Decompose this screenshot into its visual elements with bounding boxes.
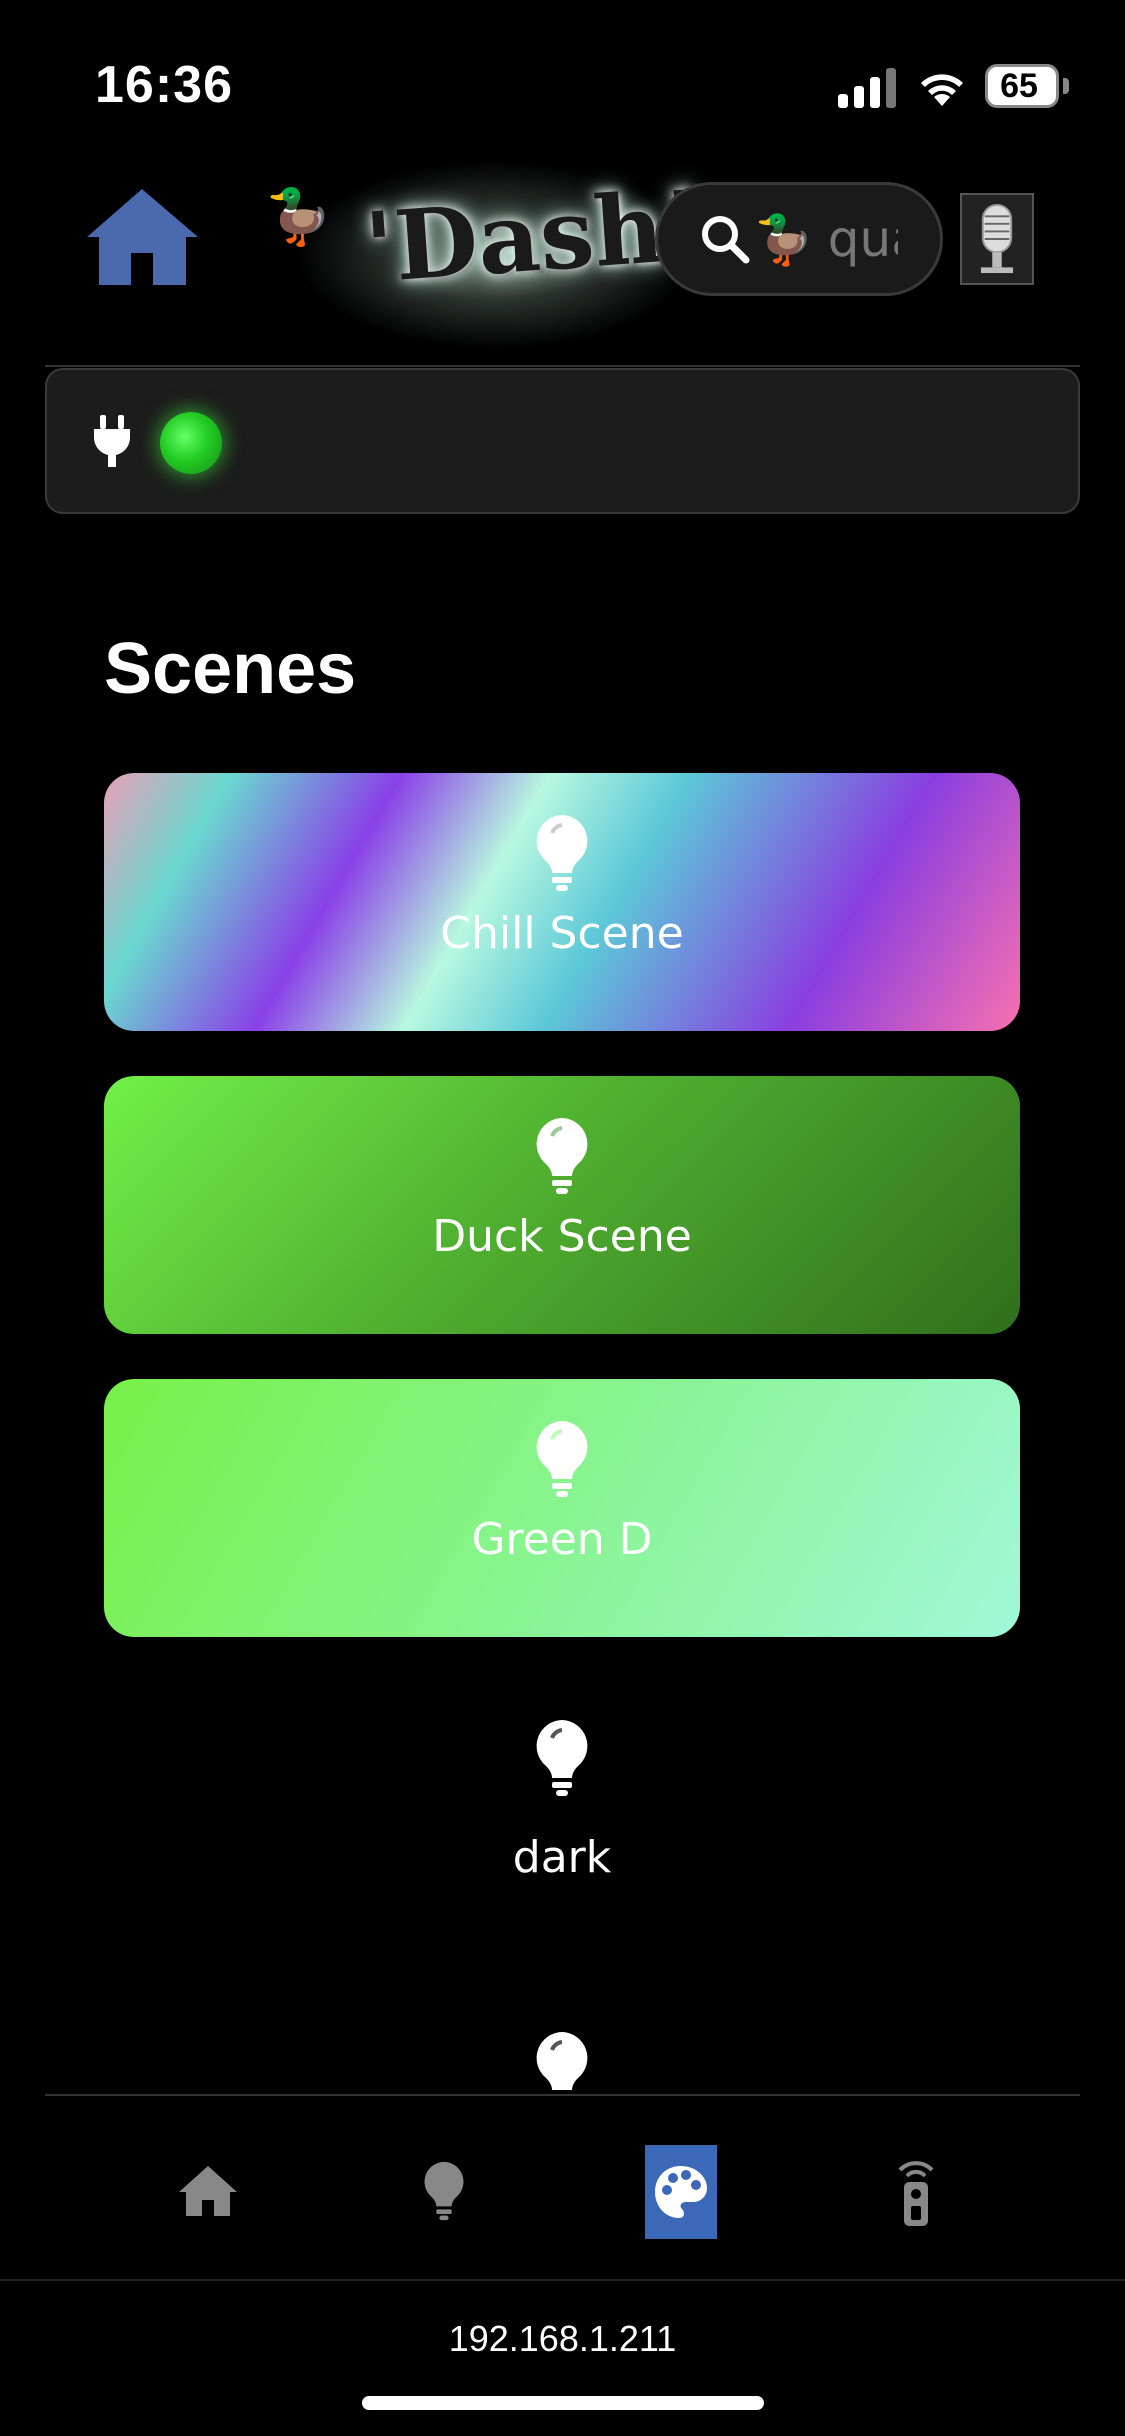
status-led xyxy=(160,412,222,474)
lightbulb-icon xyxy=(424,2161,464,2221)
search-input[interactable]: 🦆 qua xyxy=(655,182,943,296)
lightbulb-icon xyxy=(536,1720,588,1796)
battery-level: 65 xyxy=(1000,67,1038,105)
house-icon xyxy=(179,2166,237,2216)
scene-label: Green D xyxy=(471,1514,653,1565)
plug-icon xyxy=(93,415,131,467)
scene-label: dark xyxy=(512,1832,612,1883)
nav-divider xyxy=(45,2094,1080,2096)
scenes-title: Scenes xyxy=(104,629,357,709)
nav-home[interactable] xyxy=(168,2145,248,2237)
scene-card-partial[interactable] xyxy=(104,1980,1020,2094)
lightbulb-icon xyxy=(536,1118,588,1194)
duck-icon: 🦆 xyxy=(754,211,814,268)
status-time: 16:36 xyxy=(95,56,233,114)
duck-icon: 🦆 xyxy=(265,185,333,248)
nav-scenes[interactable] xyxy=(645,2145,717,2239)
search-icon xyxy=(702,216,750,264)
ip-address: 192.168.1.211 xyxy=(448,2318,677,2359)
lightbulb-icon xyxy=(536,815,588,891)
header-divider xyxy=(45,365,1080,367)
scene-card-duck[interactable]: Duck Scene xyxy=(104,1076,1020,1334)
remote-icon xyxy=(898,2161,934,2226)
palette-icon xyxy=(655,2166,707,2218)
home-indicator[interactable] xyxy=(362,2396,764,2410)
cellular-signal-icon xyxy=(838,66,896,108)
nav-remote[interactable] xyxy=(876,2145,956,2237)
lightbulb-icon xyxy=(536,2032,588,2090)
microphone-button[interactable] xyxy=(960,193,1034,285)
battery-icon: 65 xyxy=(985,64,1069,110)
scene-card-green-d[interactable]: Green D xyxy=(104,1379,1020,1637)
search-text: qua xyxy=(827,210,898,268)
lightbulb-icon xyxy=(536,1421,588,1497)
nav-lights[interactable] xyxy=(404,2145,484,2237)
scene-label: Duck Scene xyxy=(432,1211,692,1262)
home-button[interactable] xyxy=(85,185,200,290)
scene-card-dark[interactable]: dark xyxy=(104,1680,1020,1938)
scene-card-chill[interactable]: Chill Scene xyxy=(104,773,1020,1031)
wifi-icon xyxy=(921,74,963,106)
footer-divider xyxy=(0,2279,1125,2281)
dash-logo: 🦆 'Dash! xyxy=(255,150,709,350)
scene-label: Chill Scene xyxy=(440,908,684,959)
